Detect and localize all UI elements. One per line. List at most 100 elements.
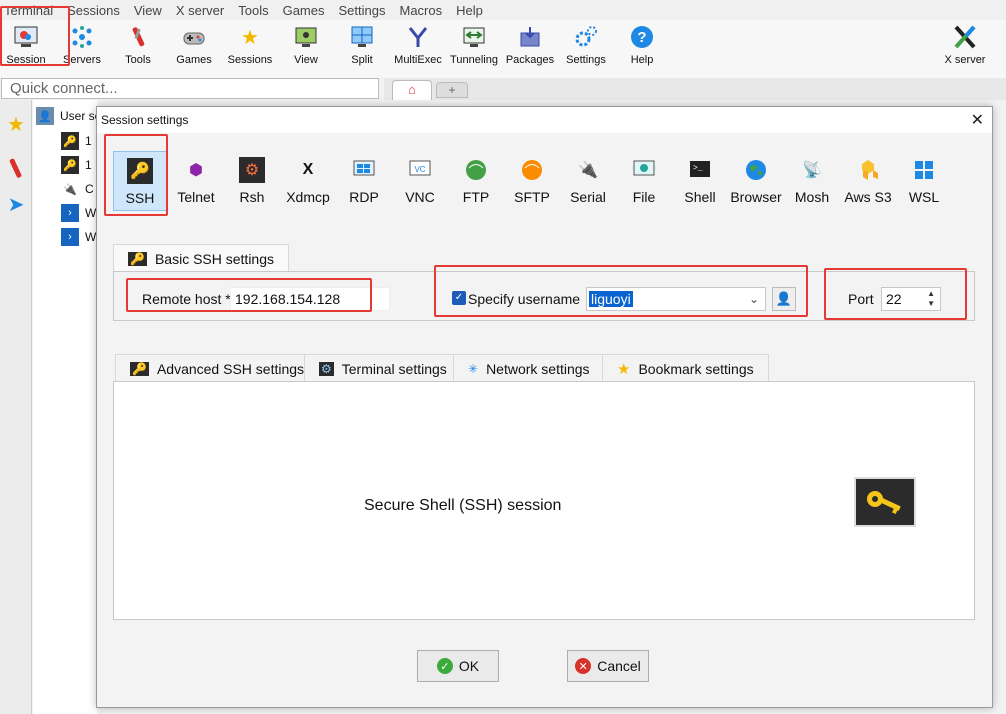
username-combobox[interactable]: liguoyi ⌄: [586, 287, 766, 311]
toolbar: Session Servers Tools Games ★ Sessions V…: [0, 20, 1006, 78]
home-tab[interactable]: ⌂: [392, 80, 432, 100]
ssh-key-icon: [854, 477, 916, 527]
session-type-sftp[interactable]: SFTP: [505, 151, 559, 211]
multiexec-button[interactable]: MultiExec: [390, 22, 446, 74]
servers-button[interactable]: Servers: [54, 22, 110, 74]
session-type-rdp[interactable]: RDP: [337, 151, 391, 211]
menu-macros[interactable]: Macros: [399, 3, 442, 18]
rdp-icon: [351, 157, 377, 183]
quick-connect-input[interactable]: Quick connect...: [1, 78, 379, 99]
menu-help[interactable]: Help: [456, 3, 483, 18]
multiexec-icon: [405, 24, 431, 50]
tools-icon[interactable]: [0, 150, 32, 186]
tree-item[interactable]: 🔌 C: [61, 179, 94, 199]
tab-bookmark-settings[interactable]: ★ Bookmark settings: [602, 354, 769, 382]
split-button[interactable]: Split: [334, 22, 390, 74]
menu-games[interactable]: Games: [283, 3, 325, 18]
session-type-mosh[interactable]: 📡 Mosh: [785, 151, 839, 211]
send-icon[interactable]: ➤: [0, 186, 32, 222]
settings-button[interactable]: Settings: [558, 22, 614, 74]
svg-text:>_: >_: [693, 164, 703, 173]
menu-xserver[interactable]: X server: [176, 3, 224, 18]
tunneling-button[interactable]: Tunneling: [446, 22, 502, 74]
tree-item[interactable]: 🔑 1: [61, 131, 92, 151]
tree-item[interactable]: › W: [61, 227, 96, 247]
session-type-file[interactable]: File: [617, 151, 671, 211]
tunneling-icon: [461, 24, 487, 50]
session-type-rsh[interactable]: ⚙ Rsh: [225, 151, 279, 211]
terminal-icon: ⚙: [319, 361, 334, 376]
tree-item[interactable]: 🔑 1: [61, 155, 92, 175]
session-type-browser[interactable]: Browser: [729, 151, 783, 211]
menu-view[interactable]: View: [134, 3, 162, 18]
tree-item[interactable]: › W: [61, 203, 96, 223]
session-description: Secure Shell (SSH) session: [364, 497, 562, 514]
help-button[interactable]: ? Help: [614, 22, 670, 74]
plus-icon: +: [448, 83, 456, 97]
session-type-aws-s3[interactable]: Aws S3: [841, 151, 895, 211]
xserver-button[interactable]: X server: [936, 22, 994, 74]
aws-s3-icon: [855, 157, 881, 183]
home-icon: ⌂: [408, 82, 416, 97]
browser-icon: [743, 157, 769, 183]
view-button[interactable]: View: [278, 22, 334, 74]
games-icon: [181, 24, 207, 50]
split-icon: [349, 24, 375, 50]
port-input[interactable]: 22 ▲ ▼: [881, 287, 941, 311]
session-type-telnet[interactable]: ⬢ Telnet: [169, 151, 223, 211]
svg-text:VC: VC: [414, 165, 425, 174]
tab-basic-ssh-settings[interactable]: 🔑 Basic SSH settings: [113, 244, 290, 272]
dialog-titlebar: Session settings ✕: [97, 107, 992, 133]
user-icon: 👤: [36, 107, 54, 125]
dialog-title: Session settings: [101, 113, 189, 127]
menu-settings[interactable]: Settings: [339, 3, 386, 18]
tab-network-settings[interactable]: ✳ Network settings: [453, 354, 605, 382]
session-type-ftp[interactable]: FTP: [449, 151, 503, 211]
specify-username-label: Specify username: [468, 291, 581, 307]
session-type-vnc[interactable]: VC VNC: [393, 151, 447, 211]
session-type-xdmcp[interactable]: X Xdmcp: [281, 151, 335, 211]
shell-icon: >_: [687, 157, 713, 183]
user-credentials-button[interactable]: 👤: [772, 287, 796, 311]
menu-sessions[interactable]: Sessions: [67, 3, 120, 18]
user-icon: 👤: [775, 291, 793, 306]
session-type-serial[interactable]: 🔌 Serial: [561, 151, 615, 211]
close-icon[interactable]: ✕: [971, 110, 984, 130]
session-button[interactable]: Session: [0, 22, 54, 74]
svg-text:?: ?: [637, 29, 646, 46]
key-icon: 🔑: [61, 156, 79, 174]
view-icon: [293, 24, 319, 50]
tree-root[interactable]: 👤 User se: [36, 106, 101, 126]
star-icon[interactable]: ★: [0, 106, 32, 142]
new-tab-button[interactable]: +: [436, 82, 468, 98]
session-type-shell[interactable]: >_ Shell: [673, 151, 727, 211]
session-type-wsl[interactable]: WSL: [897, 151, 951, 211]
key-icon: 🔑: [130, 361, 149, 376]
session-type-ssh[interactable]: 🔑 SSH: [113, 151, 167, 211]
rsh-icon: ⚙: [239, 157, 265, 183]
file-icon: [631, 157, 657, 183]
powershell-icon: ›: [61, 204, 79, 222]
help-icon: ?: [629, 24, 655, 50]
remote-host-input[interactable]: 192.168.154.128: [230, 287, 390, 311]
sessions-button[interactable]: ★ Sessions: [222, 22, 278, 74]
port-spinner-icon[interactable]: ▲ ▼: [927, 289, 935, 309]
packages-button[interactable]: Packages: [502, 22, 558, 74]
session-settings-dialog: Session settings ✕ 🔑 SSH ⬢ Telnet ⚙ Rsh …: [96, 106, 993, 708]
settings-content-panel: Secure Shell (SSH) session: [113, 381, 975, 620]
specify-username-checkbox[interactable]: ✓: [452, 291, 466, 305]
ssh-key-icon: 🔑: [127, 158, 153, 184]
session-tree: 👤 User se 🔑 1 🔑 1 🔌 C › W › W: [33, 100, 101, 714]
xdmcp-icon: X: [302, 161, 314, 178]
menu-tools[interactable]: Tools: [238, 3, 268, 18]
packages-icon: [517, 24, 543, 50]
tab-terminal-settings[interactable]: ⚙ Terminal settings: [304, 354, 462, 382]
tools-button[interactable]: Tools: [110, 22, 166, 74]
tab-advanced-ssh-settings[interactable]: 🔑 Advanced SSH settings: [115, 354, 320, 382]
menu-terminal[interactable]: Terminal: [4, 3, 53, 18]
ok-button[interactable]: ✓ OK: [417, 650, 499, 682]
games-button[interactable]: Games: [166, 22, 222, 74]
cancel-button[interactable]: ✕ Cancel: [567, 650, 649, 682]
basic-settings-panel: Remote host * 192.168.154.128 ✓ Specify …: [113, 271, 975, 321]
username-value: liguoyi: [589, 291, 633, 307]
